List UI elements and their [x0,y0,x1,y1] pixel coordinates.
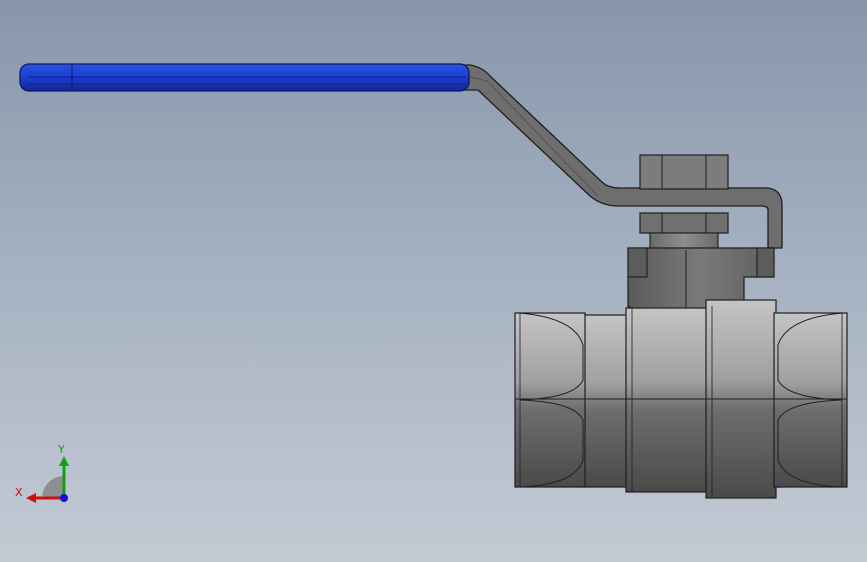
triad-axes-icon [26,456,69,503]
stem-nut[interactable] [639,154,729,190]
stem-washer[interactable] [639,212,729,234]
valve-body[interactable] [581,299,783,499]
lever-grip[interactable] [19,63,470,92]
triad-x-label: X [15,486,23,499]
coordinate-triad: Y X [10,440,80,510]
lever-arm[interactable] [461,64,783,249]
left-end-hex[interactable] [514,312,586,488]
right-end-hex[interactable] [773,312,848,488]
graphics-viewport[interactable]: Y X [0,0,867,562]
triad-y-label: Y [58,443,65,456]
ball-valve-model[interactable] [0,0,867,562]
